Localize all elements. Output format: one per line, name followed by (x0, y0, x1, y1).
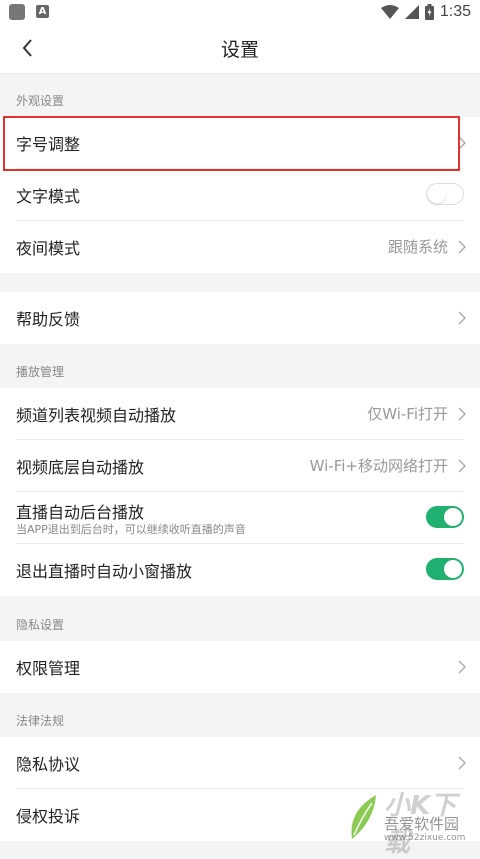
clock: 1:35 (439, 3, 471, 20)
live-pip-toggle[interactable] (426, 558, 464, 580)
live-background-toggle[interactable] (426, 506, 464, 528)
settings-row-text-mode: 文字模式 (0, 169, 480, 221)
chevron-right-icon (458, 240, 466, 254)
watermark: 小K下载 吾爱软件园 www.52zixue.com (342, 785, 472, 858)
battery-icon (424, 4, 434, 20)
toggle-knob (444, 508, 462, 526)
settings-row-night-mode[interactable]: 夜间模式 跟随系统 (0, 221, 480, 273)
section-label-appearance: 外观设置 (16, 94, 65, 108)
settings-row-bottom-autoplay[interactable]: 视频底层自动播放 Wi-Fi+移动网络打开 (0, 440, 480, 492)
chevron-right-icon (458, 756, 466, 770)
row-subtitle: 当APP退出到后台时，可以继续收听直播的声音 (16, 523, 246, 536)
text-mode-toggle[interactable] (426, 183, 464, 205)
wifi-icon (380, 5, 399, 19)
toggle-knob (444, 560, 462, 578)
chevron-right-icon (458, 407, 466, 421)
row-value: Wi-Fi+移动网络打开 (309, 457, 448, 475)
row-label: 视频底层自动播放 (16, 458, 145, 477)
chevron-right-icon (458, 660, 466, 674)
row-label: 直播自动后台播放 (16, 503, 145, 522)
top-bar: 设置 (0, 24, 480, 74)
chevron-right-icon (458, 311, 466, 325)
row-value: 跟随系统 (387, 238, 448, 256)
notification-a-icon: A (36, 5, 49, 18)
settings-row-live-background: 直播自动后台播放 当APP退出到后台时，可以继续收听直播的声音 (0, 492, 480, 544)
group-privacy: 权限管理 (0, 641, 480, 693)
chevron-right-icon (458, 459, 466, 473)
app-notification-icon (9, 4, 25, 20)
signal-icon (404, 5, 419, 19)
settings-row-privacy-policy[interactable]: 隐私协议 (0, 737, 480, 789)
group-feedback: 帮助反馈 (0, 292, 480, 344)
row-label: 频道列表视频自动播放 (16, 406, 177, 425)
row-label: 隐私协议 (16, 755, 81, 774)
row-label: 退出直播时自动小窗播放 (16, 562, 193, 581)
highlight-box (3, 116, 460, 171)
row-label: 帮助反馈 (16, 310, 81, 329)
row-value: 仅Wi-Fi打开 (367, 405, 448, 423)
watermark-site-name: 吾爱软件园 (384, 815, 460, 833)
section-label-privacy: 隐私设置 (16, 618, 65, 632)
watermark-url: www.52zixue.com (384, 833, 466, 843)
section-label-legal: 法律法规 (16, 714, 65, 728)
status-bar: A 1:35 (0, 0, 480, 24)
settings-row-channel-autoplay[interactable]: 频道列表视频自动播放 仅Wi-Fi打开 (0, 388, 480, 440)
row-label: 侵权投诉 (16, 807, 81, 826)
section-label-playback: 播放管理 (16, 365, 65, 379)
settings-row-feedback[interactable]: 帮助反馈 (0, 292, 480, 344)
toggle-knob (428, 185, 446, 203)
settings-row-live-pip: 退出直播时自动小窗播放 (0, 544, 480, 596)
page-title: 设置 (220, 39, 259, 61)
row-label: 文字模式 (16, 187, 81, 206)
group-playback: 频道列表视频自动播放 仅Wi-Fi打开 视频底层自动播放 Wi-Fi+移动网络打… (0, 388, 480, 596)
settings-row-permissions[interactable]: 权限管理 (0, 641, 480, 693)
leaf-logo-icon (351, 795, 376, 839)
row-label: 权限管理 (16, 659, 81, 678)
row-label: 夜间模式 (16, 239, 81, 258)
